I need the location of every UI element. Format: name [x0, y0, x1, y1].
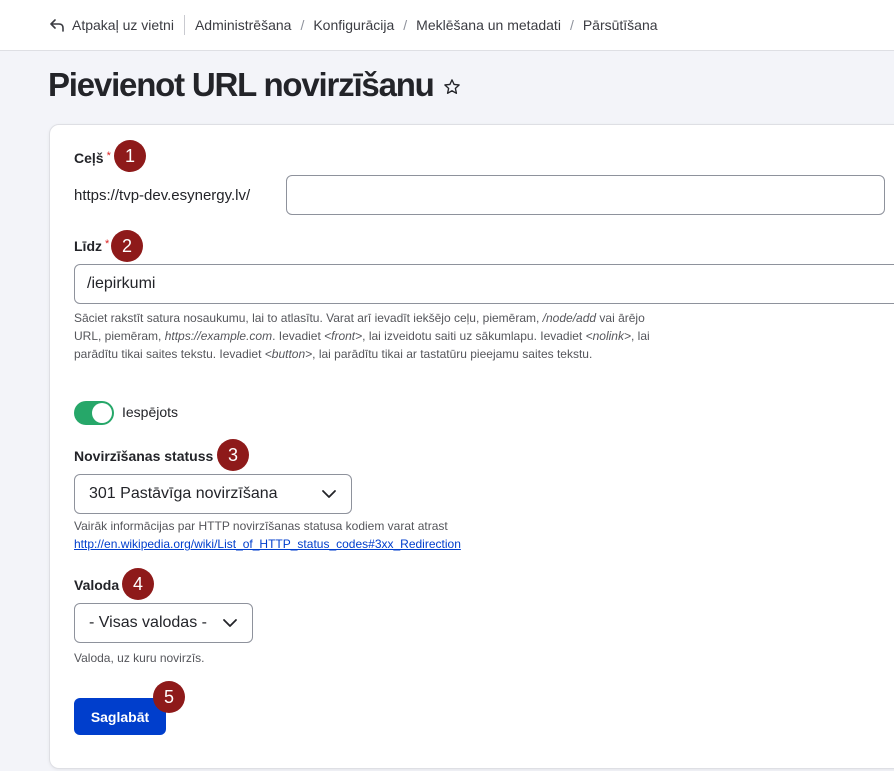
- star-outline-icon[interactable]: [443, 78, 461, 96]
- step-badge-4: 4: [122, 568, 154, 600]
- enabled-label: Iespējots: [122, 404, 179, 420]
- breadcrumb-item-configuration[interactable]: Konfigurācija: [313, 17, 394, 33]
- path-input[interactable]: [286, 175, 885, 215]
- language-selected-value: - Visas valodas -: [89, 614, 207, 631]
- status-select[interactable]: 301 Pastāvīga novirzīšana: [74, 474, 352, 514]
- to-label: Līdz *: [74, 238, 110, 254]
- required-marker: *: [105, 238, 110, 250]
- enabled-toggle[interactable]: [74, 401, 114, 425]
- to-input[interactable]: /iepirkumi: [74, 264, 894, 304]
- language-label: Valoda: [74, 577, 120, 593]
- status-selected-value: 301 Pastāvīga novirzīšana: [89, 485, 278, 502]
- breadcrumb-item-redirect[interactable]: Pārsūtīšana: [583, 17, 658, 33]
- top-bar: Atpakaļ uz vietni Administrēšana / Konfi…: [0, 0, 894, 51]
- path-prefix: https://tvp-dev.esynergy.lv/: [74, 187, 251, 204]
- breadcrumb-item-administration[interactable]: Administrēšana: [195, 17, 292, 33]
- save-button[interactable]: Saglabāt: [74, 698, 166, 735]
- back-to-site-link[interactable]: Atpakaļ uz vietni: [50, 17, 174, 33]
- breadcrumb-separator: /: [403, 17, 408, 33]
- chevron-down-icon: [222, 618, 238, 628]
- to-description: Sāciet rakstīt satura nosaukumu, lai to …: [74, 311, 650, 361]
- status-label: Novirzīšanas statuss: [74, 448, 214, 464]
- back-arrow-icon: [50, 18, 64, 32]
- breadcrumb: Atpakaļ uz vietni Administrēšana / Konfi…: [50, 15, 658, 35]
- breadcrumb-separator: /: [569, 17, 574, 33]
- step-badge-1: 1: [114, 140, 146, 172]
- page-title: Pievienot URL novirzīšanu: [48, 66, 435, 103]
- redirect-form-card: Ceļš * 1 https://tvp-dev.esynergy.lv/ Līd…: [49, 124, 894, 769]
- status-codes-link[interactable]: http://en.wikipedia.org/wiki/List_of_HTT…: [74, 537, 461, 551]
- required-marker: *: [106, 150, 111, 162]
- language-description: Valoda, uz kuru novirzīs.: [74, 651, 205, 665]
- chevron-down-icon: [321, 489, 337, 499]
- page-header: Pievienot URL novirzīšanu: [48, 66, 461, 104]
- language-select[interactable]: - Visas valodas -: [74, 603, 253, 643]
- status-description: Vairāk informācijas par HTTP novirzīšana…: [74, 519, 461, 551]
- path-label: Ceļš *: [74, 150, 111, 166]
- breadcrumb-divider: [183, 15, 185, 35]
- step-badge-3: 3: [217, 439, 249, 471]
- back-to-site-label: Atpakaļ uz vietni: [72, 17, 174, 33]
- step-badge-2: 2: [111, 230, 143, 262]
- step-badge-5: 5: [153, 681, 185, 713]
- breadcrumb-separator: /: [300, 17, 305, 33]
- breadcrumb-item-search-metadata[interactable]: Meklēšana un metadati: [416, 17, 561, 33]
- toggle-knob: [92, 403, 112, 423]
